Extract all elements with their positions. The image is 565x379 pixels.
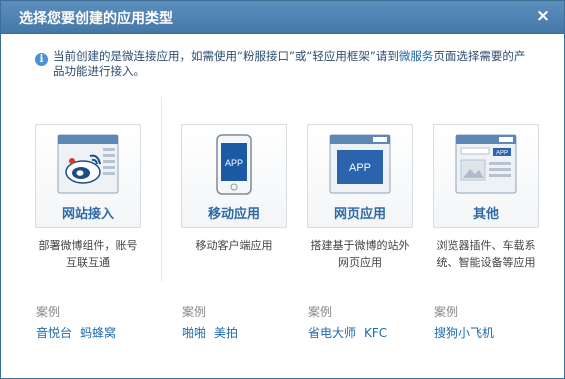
case-label: 案例 — [434, 305, 459, 319]
case-group-other: 案例 搜狗小飞机 — [434, 304, 502, 341]
other-app-icon: APP — [455, 134, 517, 200]
case-links: 搜狗小飞机 — [434, 325, 502, 341]
option-desc-mobile: 移动客户端应用 — [174, 237, 294, 254]
option-label-other: 其他 — [472, 207, 499, 222]
case-links: 啪啪 美拍 — [182, 325, 246, 341]
case-label: 案例 — [36, 305, 61, 319]
option-label-mobile: 移动应用 — [207, 207, 260, 222]
case-label: 案例 — [308, 305, 333, 319]
micro-service-link[interactable]: 微服务 — [399, 49, 434, 63]
option-desc-line: 互联互通 — [66, 256, 110, 269]
case-link[interactable]: KFC — [364, 326, 387, 340]
web-app-icon: APP — [329, 134, 391, 200]
mobile-app-icon: APP — [214, 134, 254, 200]
option-desc-other: 浏览器插件、车载系 统、智能设备等应用 — [426, 237, 546, 271]
svg-text:APP: APP — [349, 162, 371, 174]
app-badge-mobile: APP — [225, 158, 243, 168]
weibo-website-icon — [57, 134, 119, 200]
info-notice: i 当前创建的是微连接应用，如需使用“粉服接口”或“轻应用框架”请到微服务页面选… — [35, 49, 535, 79]
option-desc-line: 部署微博组件，账号 — [38, 239, 138, 252]
case-link[interactable]: 搜狗小飞机 — [434, 326, 494, 340]
case-link[interactable]: 美拍 — [214, 326, 238, 340]
option-card-website[interactable]: 网站接入 — [35, 124, 141, 228]
option-desc-line: 浏览器插件、车载系 — [436, 239, 536, 252]
case-link[interactable]: 省电大师 — [308, 326, 356, 340]
option-card-other[interactable]: APP 其他 — [433, 124, 539, 228]
option-desc-webapp: 搭建基于微博的站外 网页应用 — [300, 237, 420, 271]
close-icon[interactable]: × — [534, 7, 552, 25]
option-desc-line: 网页应用 — [338, 256, 382, 269]
case-links: 省电大师 KFC — [308, 325, 395, 341]
case-group-mobile: 案例 啪啪 美拍 — [182, 304, 246, 341]
option-label-webapp: 网页应用 — [333, 207, 386, 222]
case-group-webapp: 案例 省电大师 KFC — [308, 304, 395, 341]
option-card-webapp[interactable]: APP 网页应用 — [307, 124, 413, 228]
option-card-mobile[interactable]: APP 移动应用 — [181, 124, 287, 228]
case-link[interactable]: 音悦台 — [36, 326, 72, 340]
case-link[interactable]: 啪啪 — [182, 326, 206, 340]
info-icon: i — [35, 53, 48, 66]
divider — [161, 97, 162, 282]
notice-text-before: 当前创建的是微连接应用，如需使用“粉服接口”或“轻应用框架”请到 — [53, 49, 399, 63]
case-link[interactable]: 蚂蜂窝 — [80, 326, 116, 340]
case-group-website: 案例 音悦台 蚂蜂窝 — [36, 304, 124, 341]
svg-text:APP: APP — [496, 151, 508, 157]
create-app-dialog: 选择您要创建的应用类型 × i 当前创建的是微连接应用，如需使用“粉服接口”或“… — [0, 0, 565, 379]
dialog-title: 选择您要创建的应用类型 — [19, 11, 173, 27]
case-links: 音悦台 蚂蜂窝 — [36, 325, 124, 341]
option-desc-line: 统、智能设备等应用 — [436, 256, 536, 269]
option-desc-line: 搭建基于微博的站外 — [310, 239, 410, 252]
option-desc-line: 移动客户端应用 — [195, 239, 273, 252]
case-label: 案例 — [182, 305, 207, 319]
dialog-titlebar: 选择您要创建的应用类型 × — [1, 1, 564, 34]
option-label-website: 网站接入 — [61, 207, 114, 222]
option-desc-website: 部署微博组件，账号 互联互通 — [28, 237, 148, 271]
notice-text: 当前创建的是微连接应用，如需使用“粉服接口”或“轻应用框架”请到微服务页面选择需… — [53, 49, 535, 79]
